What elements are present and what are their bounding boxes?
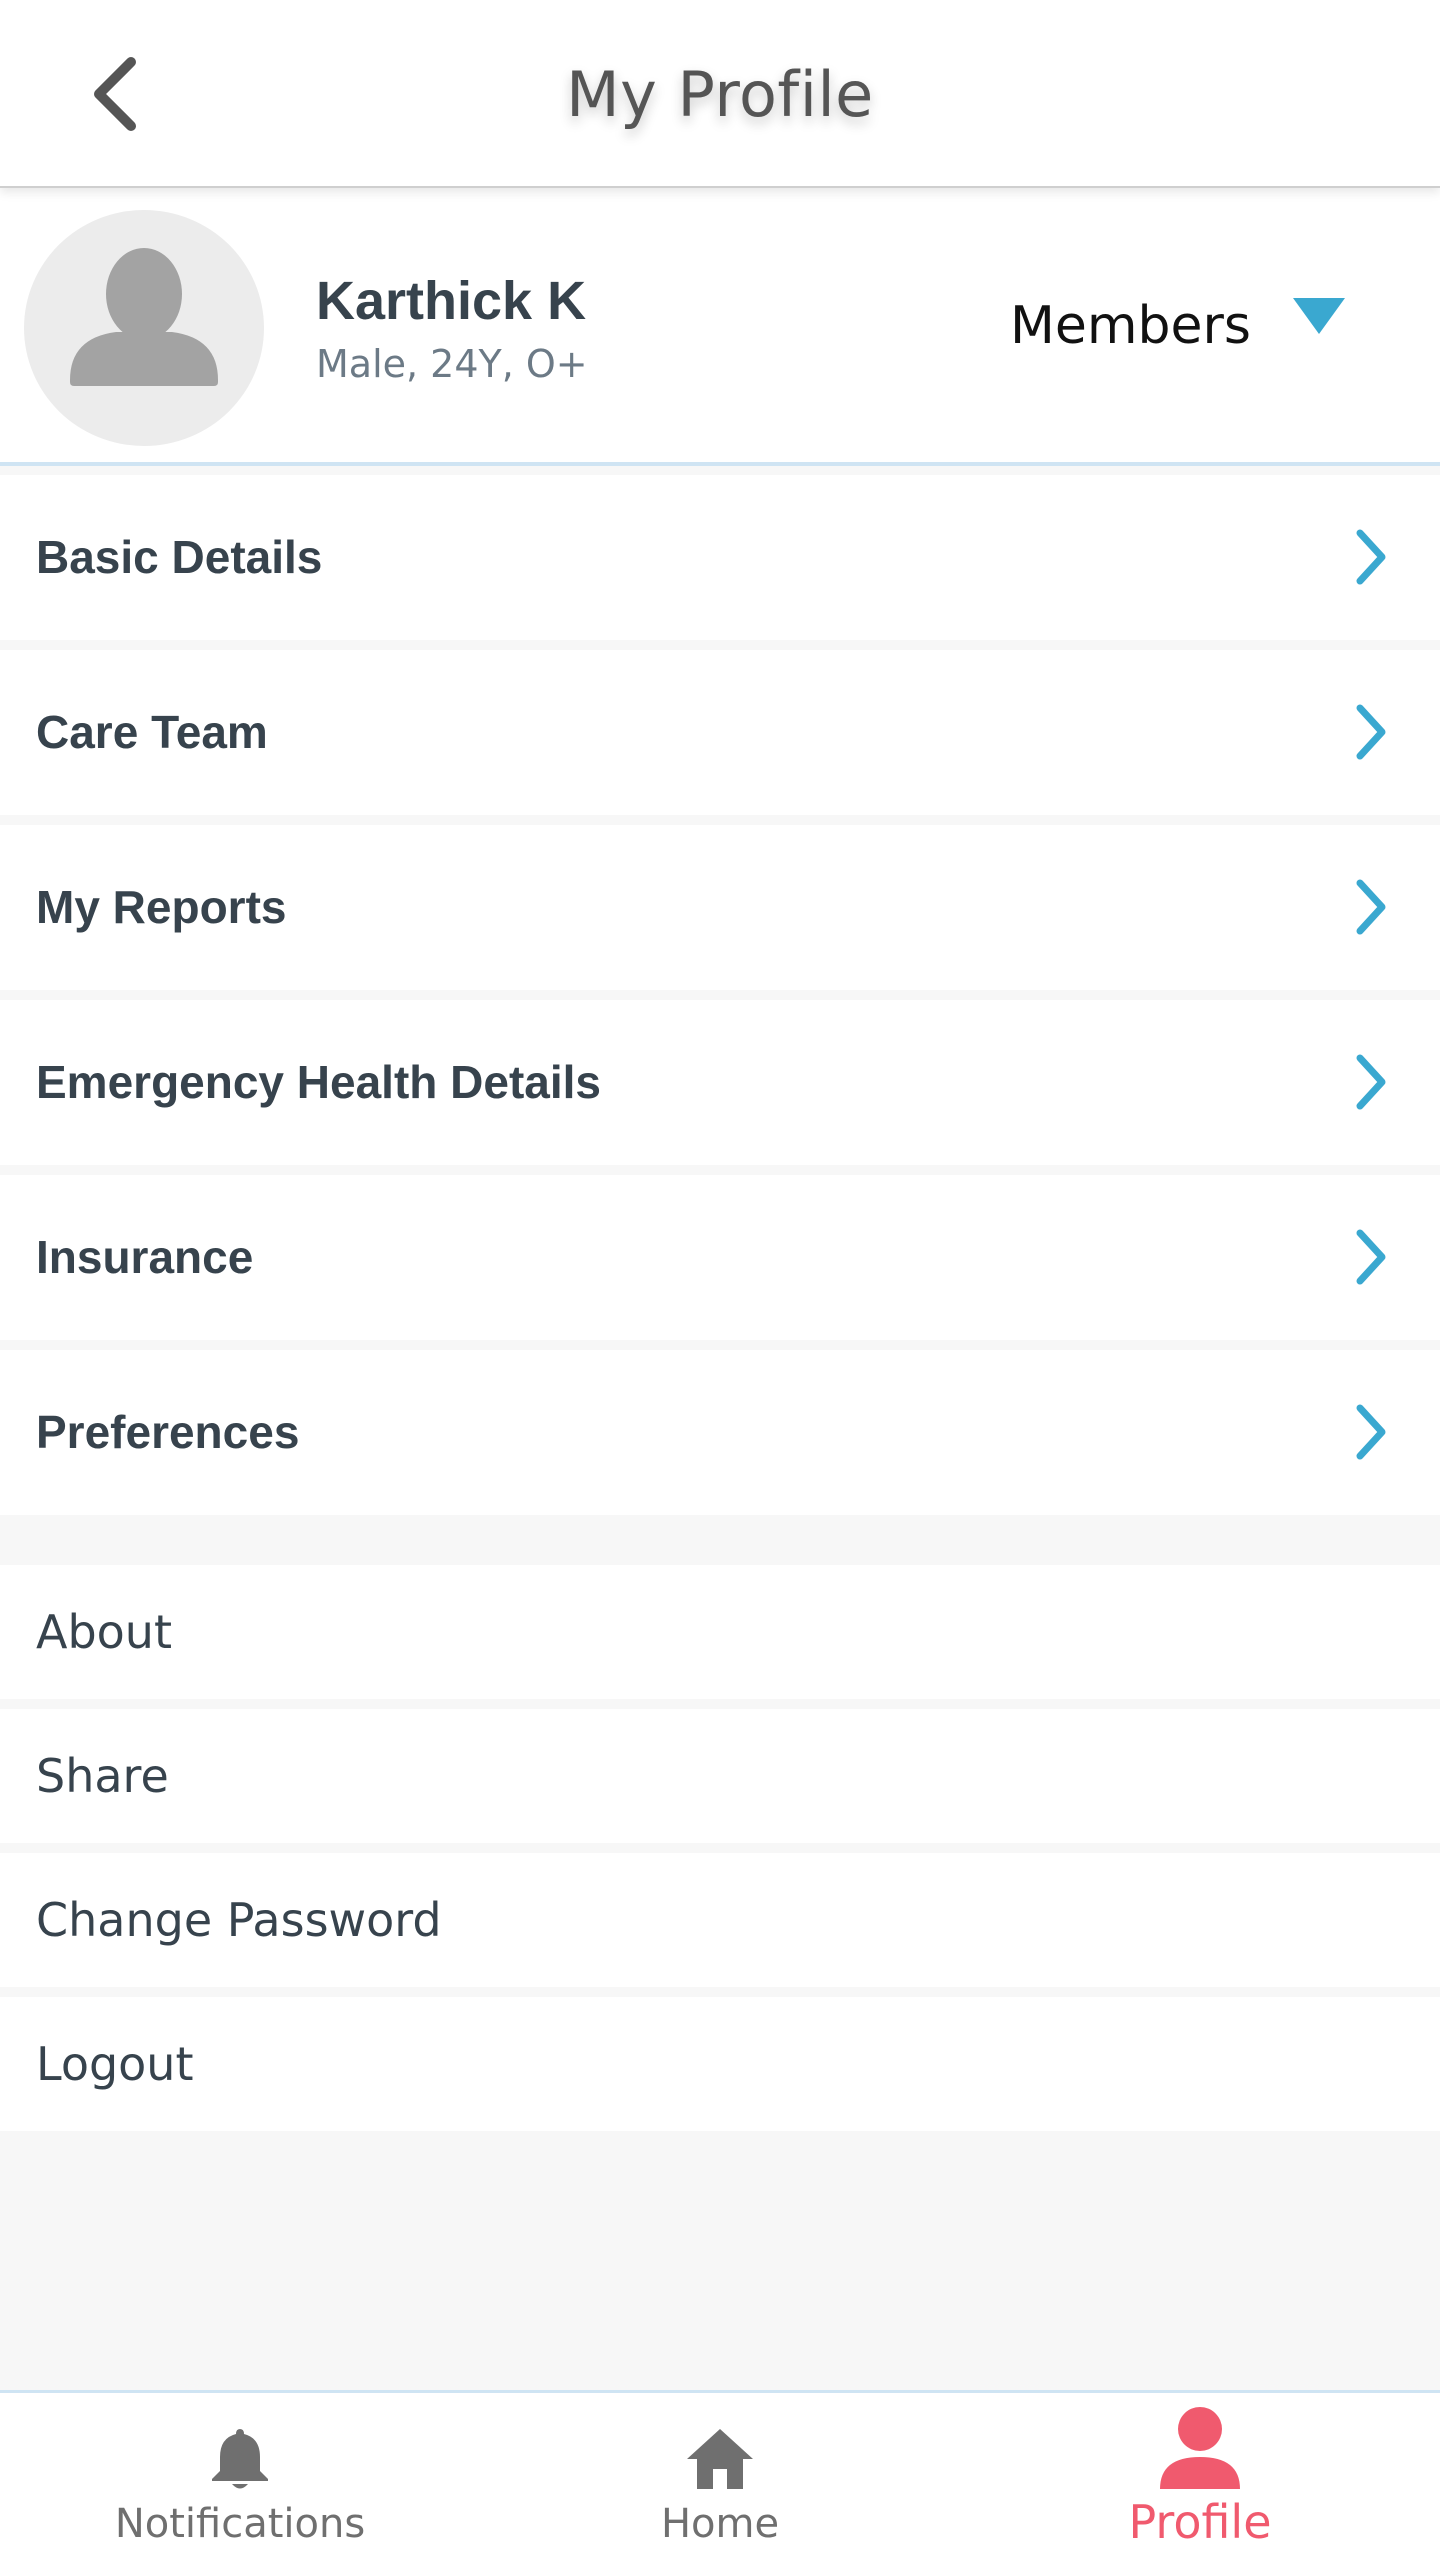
page-title: My Profile	[566, 58, 874, 131]
nav-item-profile[interactable]: Profile	[960, 2393, 1440, 2560]
menu-item-label: My Reports	[36, 881, 287, 933]
menu-item-label: Basic Details	[36, 531, 323, 583]
chevron-right-icon	[1356, 1229, 1386, 1285]
chevron-right-icon	[1356, 1054, 1386, 1110]
menu-item-logout[interactable]: Logout	[0, 1997, 1440, 2131]
person-icon	[1160, 2407, 1240, 2489]
menu-item-care-team[interactable]: Care Team	[0, 650, 1440, 815]
bell-icon	[212, 2429, 268, 2489]
nav-label: Home	[660, 2501, 780, 2547]
menu-item-emergency-health-details[interactable]: Emergency Health Details	[0, 1000, 1440, 1165]
user-details: Male, 24Y, O+	[316, 342, 588, 386]
nav-label: Notifications	[114, 2501, 366, 2547]
nav-item-home[interactable]: Home	[480, 2393, 960, 2560]
chevron-right-icon	[1356, 529, 1386, 585]
home-icon	[687, 2429, 753, 2489]
menu-item-label: Logout	[36, 2037, 194, 2091]
nav-item-notifications[interactable]: Notifications	[0, 2393, 480, 2560]
chevron-right-icon	[1356, 704, 1386, 760]
menu-item-share[interactable]: Share	[0, 1709, 1440, 1843]
profile-menu: Basic Details Care Team My Reports Emerg…	[0, 475, 1440, 1525]
chevron-right-icon	[1356, 1404, 1386, 1460]
person-placeholder-icon	[70, 248, 218, 386]
nav-label: Profile	[1128, 2495, 1272, 2549]
members-dropdown[interactable]: Members	[1010, 296, 1345, 356]
profile-card: Karthick K Male, 24Y, O+ Members	[0, 188, 1440, 466]
menu-item-preferences[interactable]: Preferences	[0, 1350, 1440, 1515]
user-name: Karthick K	[316, 271, 587, 331]
menu-item-label: Insurance	[36, 1231, 254, 1283]
menu-item-my-reports[interactable]: My Reports	[0, 825, 1440, 990]
chevron-right-icon	[1356, 879, 1386, 935]
members-label: Members	[1010, 296, 1251, 356]
menu-item-label: Emergency Health Details	[36, 1056, 602, 1108]
menu-item-basic-details[interactable]: Basic Details	[0, 475, 1440, 640]
avatar[interactable]	[24, 210, 264, 446]
menu-item-insurance[interactable]: Insurance	[0, 1175, 1440, 1340]
bottom-nav: Notifications Home Profile	[0, 2390, 1440, 2560]
app-root: My Profile Karthick K Male, 24Y, O+ Memb…	[0, 0, 1440, 2560]
caret-down-icon	[1292, 298, 1345, 334]
menu-item-label: Share	[36, 1749, 169, 1803]
app-header: My Profile	[0, 0, 1440, 188]
menu-item-label: Care Team	[36, 706, 268, 758]
menu-item-change-password[interactable]: Change Password	[0, 1853, 1440, 1987]
menu-item-label: About	[36, 1605, 173, 1659]
secondary-menu: About Share Change Password Logout	[0, 1565, 1440, 2141]
menu-item-about[interactable]: About	[0, 1565, 1440, 1699]
menu-item-label: Preferences	[36, 1406, 300, 1458]
menu-item-label: Change Password	[36, 1893, 442, 1947]
